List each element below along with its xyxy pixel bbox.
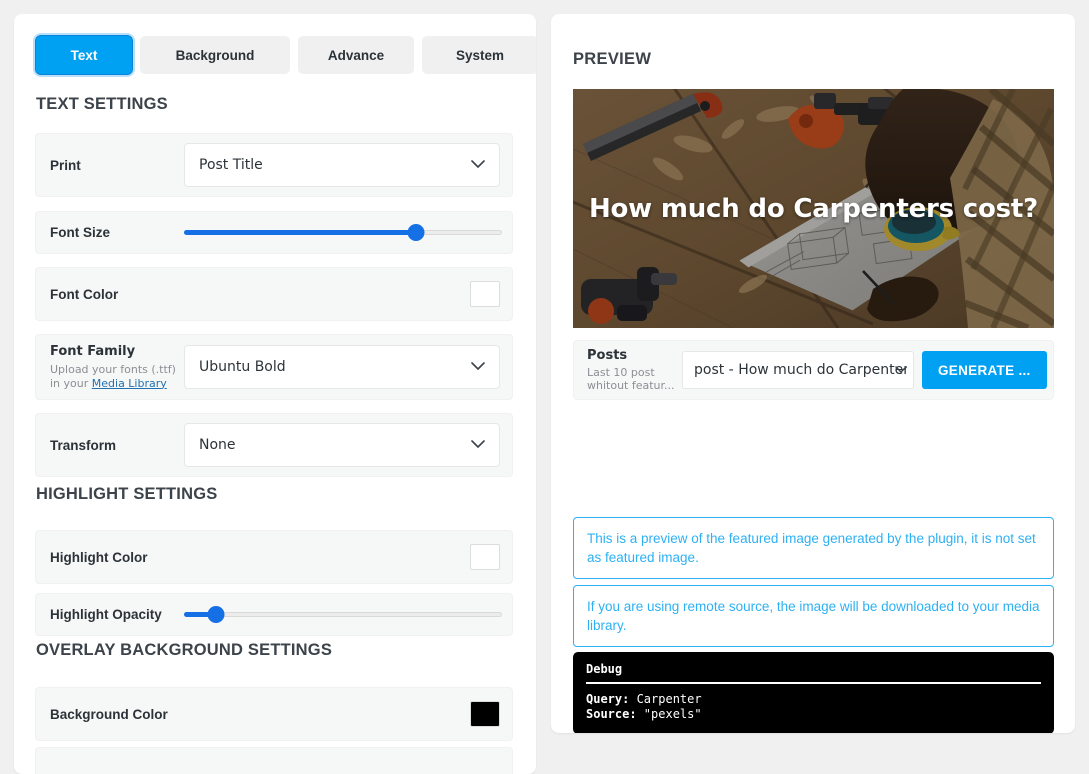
label-print: Print (50, 157, 81, 173)
posts-help-line2: whitout featur... (587, 379, 675, 392)
settings-panel: Text Background Advance System TEXT SETT… (14, 14, 536, 774)
font-family-help-line2: in your (50, 376, 92, 390)
posts-label: Posts Last 10 post whitout featur... (574, 348, 682, 392)
font-family-help-line1: Upload your fonts (.ttf) (50, 362, 176, 376)
tab-advance[interactable]: Advance (298, 36, 414, 74)
chevron-down-icon (471, 437, 485, 453)
highlight-color-swatch[interactable] (470, 544, 500, 570)
generate-button[interactable]: GENERATE ... (922, 351, 1047, 389)
section-heading-highlight-settings: HIGHLIGHT SETTINGS (36, 485, 218, 503)
font-color-swatch[interactable] (470, 281, 500, 307)
label-background-color: Background Color (50, 706, 168, 722)
transform-select[interactable]: None (184, 423, 500, 467)
label-font-color: Font Color (50, 286, 119, 302)
debug-key-query: Query: (586, 692, 630, 706)
row-highlight-color: Highlight Color (35, 530, 513, 584)
label-highlight-color: Highlight Color (50, 549, 148, 565)
control-transform: None (184, 423, 512, 467)
media-library-link[interactable]: Media Library (92, 377, 167, 390)
debug-line-source: Source: "pexels" (586, 707, 1041, 722)
control-print: Post Title (184, 143, 512, 187)
row-font-family: Font Family Upload your fonts (.ttf) in … (35, 334, 513, 400)
posts-row: Posts Last 10 post whitout featur... pos… (573, 340, 1054, 400)
debug-console: Debug Query: Carpenter Source: "pexels" (573, 652, 1054, 733)
font-size-slider[interactable] (184, 224, 502, 242)
font-family-select-value: Ubuntu Bold (199, 359, 286, 375)
posts-label-help: Last 10 post whitout featur... (587, 366, 682, 392)
label-font-family-text: Font Family (50, 343, 136, 359)
row-font-color: Font Color (35, 267, 513, 321)
label-font-size: Font Size (50, 225, 110, 240)
debug-line-query: Query: Carpenter (586, 692, 1041, 707)
chevron-down-icon (895, 362, 907, 378)
control-highlight-color (184, 544, 512, 570)
debug-key-source: Source: (586, 707, 637, 721)
section-heading-overlay-background-settings: OVERLAY BACKGROUND SETTINGS (36, 641, 333, 659)
debug-value-query: Carpenter (629, 692, 702, 706)
font-family-select[interactable]: Ubuntu Bold (184, 345, 500, 389)
transform-select-value: None (199, 437, 236, 453)
preview-caption: How much do Carpenters cost? (588, 193, 1039, 224)
slider-thumb[interactable] (207, 606, 225, 623)
row-transform: Transform None (35, 413, 513, 477)
row-font-size: Font Size (35, 211, 513, 254)
chevron-down-icon (471, 157, 485, 173)
row-print: Print Post Title (35, 133, 513, 197)
label-highlight-opacity: Highlight Opacity (50, 607, 162, 622)
label-font-family: Font Family Upload your fonts (.ttf) in … (36, 344, 184, 391)
font-family-help: Upload your fonts (.ttf) in your Media L… (50, 363, 184, 391)
chevron-down-icon (471, 359, 485, 375)
posts-select-value: post - How much do Carpenters (694, 362, 907, 378)
row-background-color: Background Color (35, 687, 513, 741)
debug-value-source: "pexels" (636, 707, 702, 721)
debug-divider (586, 682, 1041, 684)
section-heading-text-settings: TEXT SETTINGS (36, 95, 168, 113)
posts-label-title: Posts (587, 348, 628, 363)
preview-panel: PREVIEW How much do Carpenters cost? Pos… (551, 14, 1075, 733)
control-font-family: Ubuntu Bold (184, 345, 512, 389)
posts-select[interactable]: post - How much do Carpenters (682, 351, 914, 389)
notice-remote-source-info: If you are using remote source, the imag… (573, 585, 1054, 647)
debug-title: Debug (586, 662, 623, 676)
notice-preview-info: This is a preview of the featured image … (573, 517, 1054, 579)
tab-system[interactable]: System (422, 36, 536, 74)
slider-thumb[interactable] (407, 224, 425, 241)
background-color-swatch[interactable] (470, 701, 500, 727)
slider-track (184, 612, 502, 617)
control-font-size (184, 224, 514, 242)
print-select[interactable]: Post Title (184, 143, 500, 187)
control-highlight-opacity (184, 606, 514, 624)
highlight-opacity-slider[interactable] (184, 606, 502, 624)
row-next-partial (35, 747, 513, 774)
preview-image: How much do Carpenters cost? (573, 89, 1054, 328)
posts-help-line1: Last 10 post (587, 366, 655, 379)
print-select-value: Post Title (199, 157, 263, 173)
control-background-color (184, 701, 512, 727)
settings-tabs: Text Background Advance System (36, 36, 536, 74)
control-font-color (184, 281, 512, 307)
preview-heading: PREVIEW (573, 50, 652, 68)
tab-background[interactable]: Background (140, 36, 290, 74)
app-root: Text Background Advance System TEXT SETT… (0, 0, 1089, 774)
tab-text[interactable]: Text (36, 36, 132, 74)
label-transform: Transform (50, 437, 117, 453)
slider-fill (184, 230, 417, 235)
row-highlight-opacity: Highlight Opacity (35, 593, 513, 636)
